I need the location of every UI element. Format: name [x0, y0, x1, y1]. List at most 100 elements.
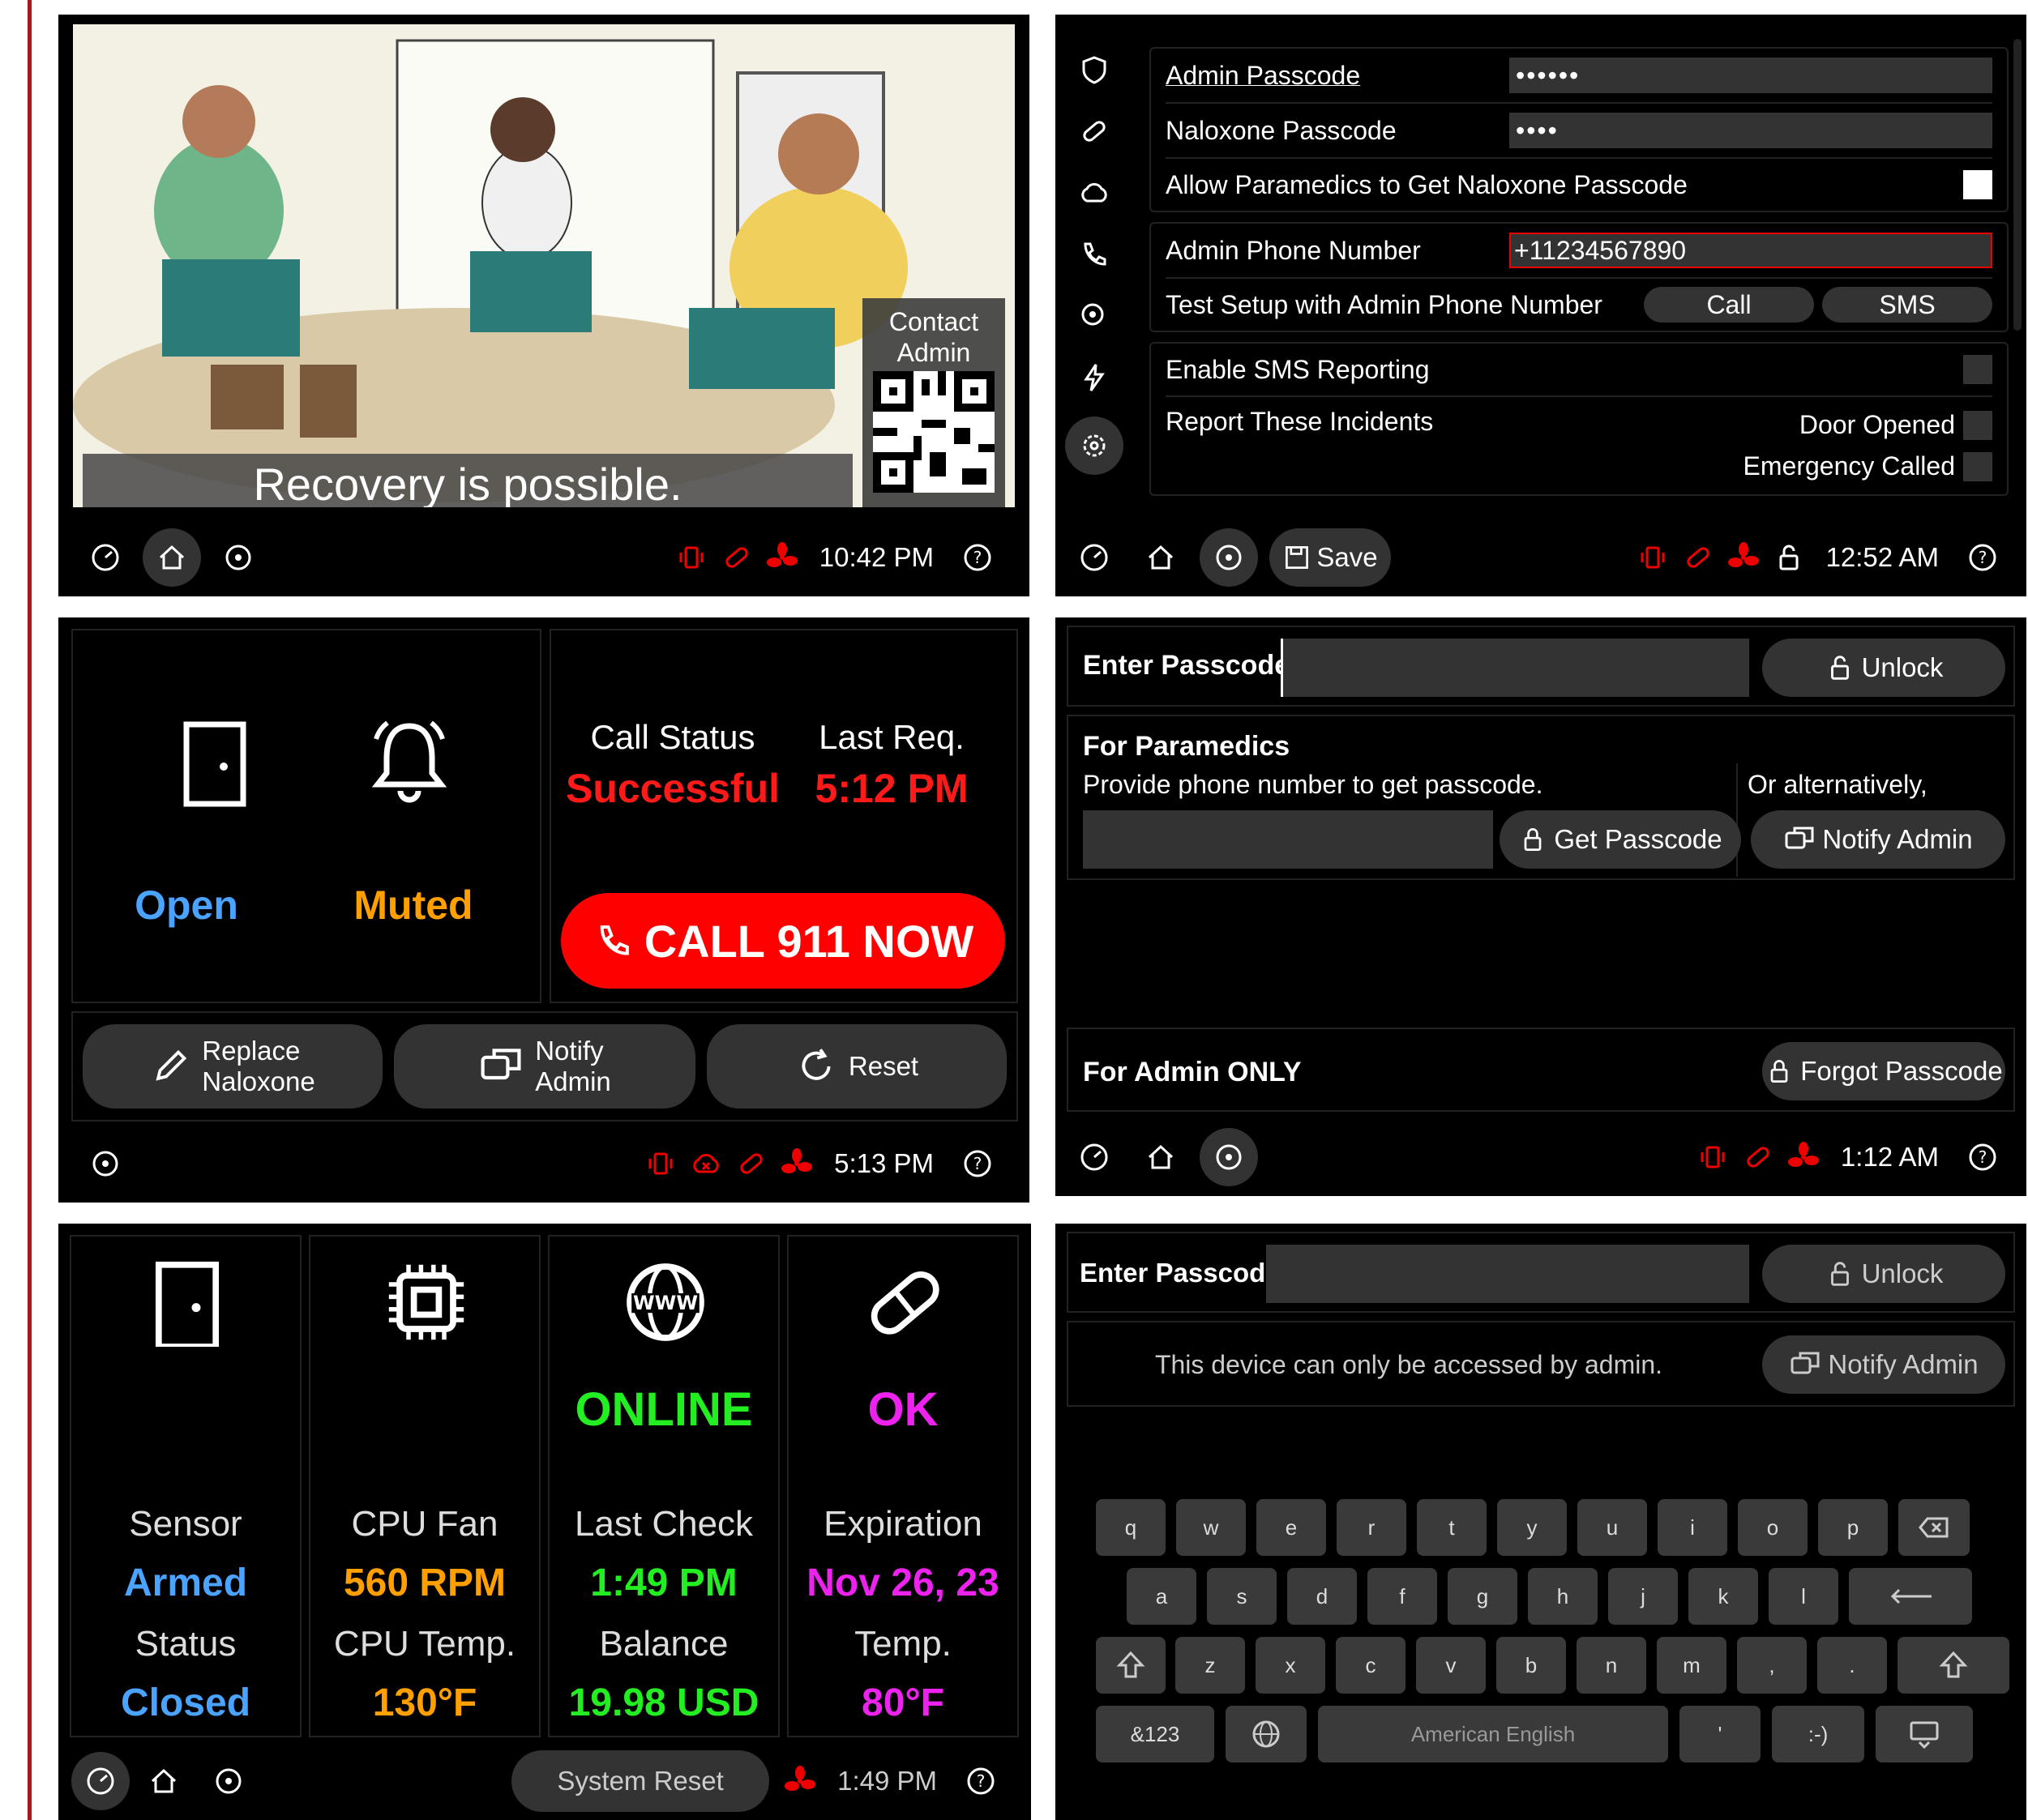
- save-label: Save: [1316, 542, 1378, 572]
- settings-wheel-icon[interactable]: [216, 535, 261, 580]
- dashboard-gauge-icon[interactable]: [1072, 535, 1117, 580]
- dashboard-gauge-icon[interactable]: [83, 535, 128, 580]
- call-911-button[interactable]: CALL 911 NOW: [561, 893, 1005, 989]
- key-r[interactable]: r: [1337, 1499, 1406, 1556]
- phone-icon[interactable]: [1072, 232, 1117, 277]
- key-j[interactable]: j: [1608, 1568, 1678, 1625]
- contact-admin-card[interactable]: Contact Admin: [862, 298, 1005, 507]
- pill-alert-icon: [729, 1141, 774, 1186]
- help-icon[interactable]: ?: [1960, 535, 2005, 580]
- key-u[interactable]: u: [1577, 1499, 1647, 1556]
- key-m[interactable]: m: [1657, 1637, 1726, 1694]
- key-w[interactable]: w: [1176, 1499, 1246, 1556]
- dashboard-gauge-icon[interactable]: [1072, 1134, 1117, 1180]
- key-apostrophe[interactable]: ': [1679, 1706, 1761, 1762]
- key-g[interactable]: g: [1448, 1568, 1517, 1625]
- unlock-button[interactable]: Unlock: [1762, 1245, 2005, 1303]
- key-p[interactable]: p: [1818, 1499, 1888, 1556]
- space-key[interactable]: American English: [1318, 1706, 1668, 1762]
- key-y[interactable]: y: [1497, 1499, 1567, 1556]
- lock-icon: [1525, 828, 1542, 851]
- save-button[interactable]: Save: [1269, 528, 1391, 587]
- get-passcode-button[interactable]: Get Passcode: [1500, 810, 1741, 869]
- metric-value: Closed: [120, 1681, 251, 1724]
- key-comma[interactable]: ,: [1737, 1637, 1807, 1694]
- notify-admin-button[interactable]: Notify Admin: [394, 1024, 695, 1109]
- passcode-input[interactable]: [1281, 639, 1749, 697]
- metric-value: 19.98 USD: [568, 1681, 759, 1724]
- settings-scrollbar[interactable]: [2013, 39, 2022, 331]
- help-icon[interactable]: ?: [958, 1758, 1003, 1804]
- forgot-passcode-button[interactable]: Forgot Passcode: [1762, 1042, 2005, 1100]
- smiley-key[interactable]: :-): [1772, 1706, 1864, 1762]
- settings-wheel-icon[interactable]: [206, 1758, 251, 1804]
- key-z[interactable]: z: [1175, 1637, 1245, 1694]
- symbols-key[interactable]: &123: [1096, 1706, 1214, 1762]
- home-icon[interactable]: [141, 1758, 186, 1804]
- phone-group: Admin Phone Number +11234567890 Test Setu…: [1149, 222, 2009, 332]
- key-t[interactable]: t: [1417, 1499, 1487, 1556]
- naloxone-passcode-input[interactable]: ••••: [1509, 113, 1992, 148]
- admin-phone-input[interactable]: +11234567890: [1509, 233, 1992, 268]
- allow-paramedics-checkbox[interactable]: [1963, 170, 1992, 199]
- settings-gear-icon[interactable]: [1065, 417, 1123, 475]
- settings-wheel-icon[interactable]: [1200, 1128, 1258, 1186]
- key-period[interactable]: .: [1817, 1637, 1887, 1694]
- key-f[interactable]: f: [1367, 1568, 1437, 1625]
- cloud-icon[interactable]: [1072, 170, 1117, 216]
- language-globe-key[interactable]: [1226, 1706, 1307, 1762]
- enter-key[interactable]: [1849, 1568, 1972, 1625]
- passcode-input[interactable]: [1266, 1245, 1749, 1303]
- sms-button[interactable]: SMS: [1822, 287, 1992, 323]
- bolt-icon[interactable]: [1072, 355, 1117, 400]
- hide-keyboard-key[interactable]: [1876, 1706, 1973, 1762]
- shield-lock-icon[interactable]: [1072, 47, 1117, 92]
- shift-key-left[interactable]: [1096, 1637, 1166, 1694]
- key-q[interactable]: q: [1096, 1499, 1166, 1556]
- notify-admin-button[interactable]: Notify Admin: [1762, 1335, 2005, 1394]
- vibration-alert-icon: [1690, 1134, 1735, 1180]
- replace-naloxone-button[interactable]: Replace Naloxone: [83, 1024, 383, 1109]
- door-opened-checkbox[interactable]: [1963, 410, 1992, 440]
- key-s[interactable]: s: [1207, 1568, 1277, 1625]
- notify-admin-button[interactable]: Notify Admin: [1751, 810, 2005, 869]
- key-l[interactable]: l: [1769, 1568, 1838, 1625]
- paramedics-section: For Paramedics Provide phone number to g…: [1067, 715, 2015, 880]
- speech-head-icon[interactable]: [1072, 293, 1117, 339]
- system-reset-button[interactable]: System Reset: [511, 1750, 770, 1812]
- dashboard-gauge-icon[interactable]: [71, 1752, 130, 1810]
- paramedics-title: For Paramedics: [1083, 731, 1290, 762]
- admin-passcode-input[interactable]: ••••••: [1509, 58, 1992, 93]
- call-button[interactable]: Call: [1644, 287, 1814, 323]
- unlocked-icon: [1766, 535, 1812, 580]
- shift-key-right[interactable]: [1898, 1637, 2009, 1694]
- help-icon[interactable]: ?: [955, 1141, 1000, 1186]
- key-e[interactable]: e: [1256, 1499, 1326, 1556]
- pill-icon[interactable]: [1072, 109, 1117, 154]
- key-d[interactable]: d: [1287, 1568, 1357, 1625]
- notify-admin-label: Notify Admin: [1822, 824, 1973, 854]
- key-n[interactable]: n: [1577, 1637, 1646, 1694]
- key-k[interactable]: k: [1688, 1568, 1758, 1625]
- home-icon[interactable]: [1138, 1134, 1183, 1180]
- unlock-button[interactable]: Unlock: [1762, 639, 2005, 697]
- key-o[interactable]: o: [1738, 1499, 1808, 1556]
- key-i[interactable]: i: [1658, 1499, 1727, 1556]
- key-v[interactable]: v: [1416, 1637, 1486, 1694]
- key-h[interactable]: h: [1528, 1568, 1598, 1625]
- key-x[interactable]: x: [1256, 1637, 1325, 1694]
- reset-button[interactable]: Reset: [707, 1024, 1007, 1109]
- key-a[interactable]: a: [1127, 1568, 1196, 1625]
- settings-wheel-icon[interactable]: [83, 1141, 128, 1186]
- help-icon[interactable]: ?: [1960, 1134, 2005, 1180]
- paramedic-phone-input[interactable]: [1083, 810, 1493, 869]
- backspace-key[interactable]: [1898, 1499, 1970, 1556]
- help-icon[interactable]: ?: [955, 535, 1000, 580]
- emergency-called-checkbox[interactable]: [1963, 451, 1992, 481]
- settings-wheel-icon[interactable]: [1200, 528, 1258, 587]
- enable-sms-checkbox[interactable]: [1963, 355, 1992, 384]
- home-icon[interactable]: [1138, 535, 1183, 580]
- key-c[interactable]: c: [1336, 1637, 1405, 1694]
- home-icon[interactable]: [143, 528, 201, 587]
- key-b[interactable]: b: [1496, 1637, 1566, 1694]
